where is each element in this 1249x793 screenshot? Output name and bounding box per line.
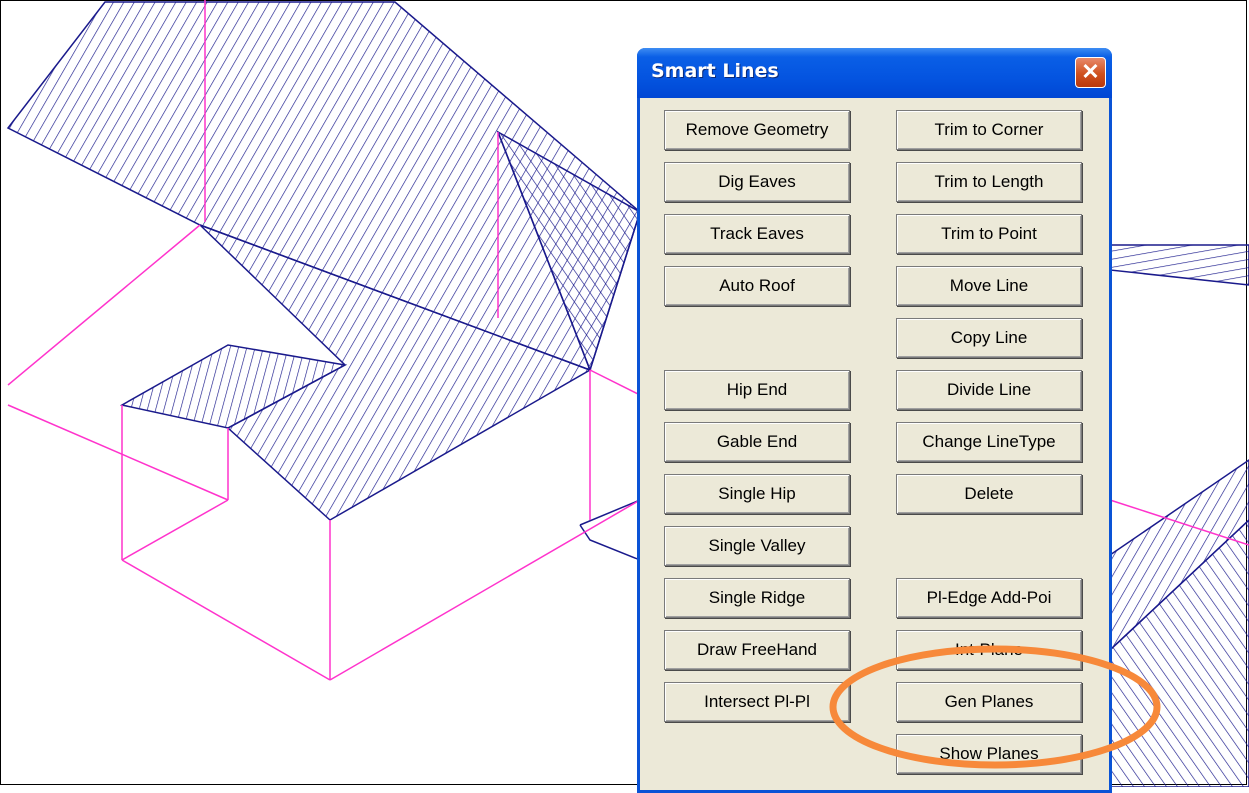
right-int-plane-button[interactable]: Int-Plane — [896, 630, 1082, 670]
left-track-eaves-button[interactable]: Track Eaves — [664, 214, 850, 254]
right-trim-to-length-button[interactable]: Trim to Length — [896, 162, 1082, 202]
left-auto-roof-button[interactable]: Auto Roof — [664, 266, 850, 306]
left-remove-geometry-button[interactable]: Remove Geometry — [664, 110, 850, 150]
left-single-ridge-button[interactable]: Single Ridge — [664, 578, 850, 618]
right-change-linetype-button[interactable]: Change LineType — [896, 422, 1082, 462]
left-draw-freehand-button[interactable]: Draw FreeHand — [664, 630, 850, 670]
left-gable-end-button[interactable]: Gable End — [664, 422, 850, 462]
left-hip-end-button[interactable]: Hip End — [664, 370, 850, 410]
roof-plane-right-strip — [1109, 244, 1249, 286]
right-show-planes-button[interactable]: Show Planes — [896, 734, 1082, 774]
left-single-hip-button[interactable]: Single Hip — [664, 474, 850, 514]
right-gen-planes-button[interactable]: Gen Planes — [896, 682, 1082, 722]
left-dig-eaves-button[interactable]: Dig Eaves — [664, 162, 850, 202]
close-icon[interactable]: ✕ — [1075, 57, 1106, 88]
right-divide-line-button[interactable]: Divide Line — [896, 370, 1082, 410]
right-delete-button[interactable]: Delete — [896, 474, 1082, 514]
right-copy-line-button[interactable]: Copy Line — [896, 318, 1082, 358]
left-intersect-pl-pl-button[interactable]: Intersect Pl-Pl — [664, 682, 850, 722]
right-pl-edge-add-poi-button[interactable]: Pl-Edge Add-Poi — [896, 578, 1082, 618]
palette-title: Smart Lines — [651, 60, 779, 82]
palette-titlebar[interactable]: Smart Lines ✕ — [637, 48, 1112, 98]
left-single-valley-button[interactable]: Single Valley — [664, 526, 850, 566]
right-trim-to-point-button[interactable]: Trim to Point — [896, 214, 1082, 254]
right-move-line-button[interactable]: Move Line — [896, 266, 1082, 306]
smart-lines-palette: Smart Lines ✕ Remove Geometry Dig Eaves Tr… — [637, 48, 1112, 793]
right-trim-to-corner-button[interactable]: Trim to Corner — [896, 110, 1082, 150]
